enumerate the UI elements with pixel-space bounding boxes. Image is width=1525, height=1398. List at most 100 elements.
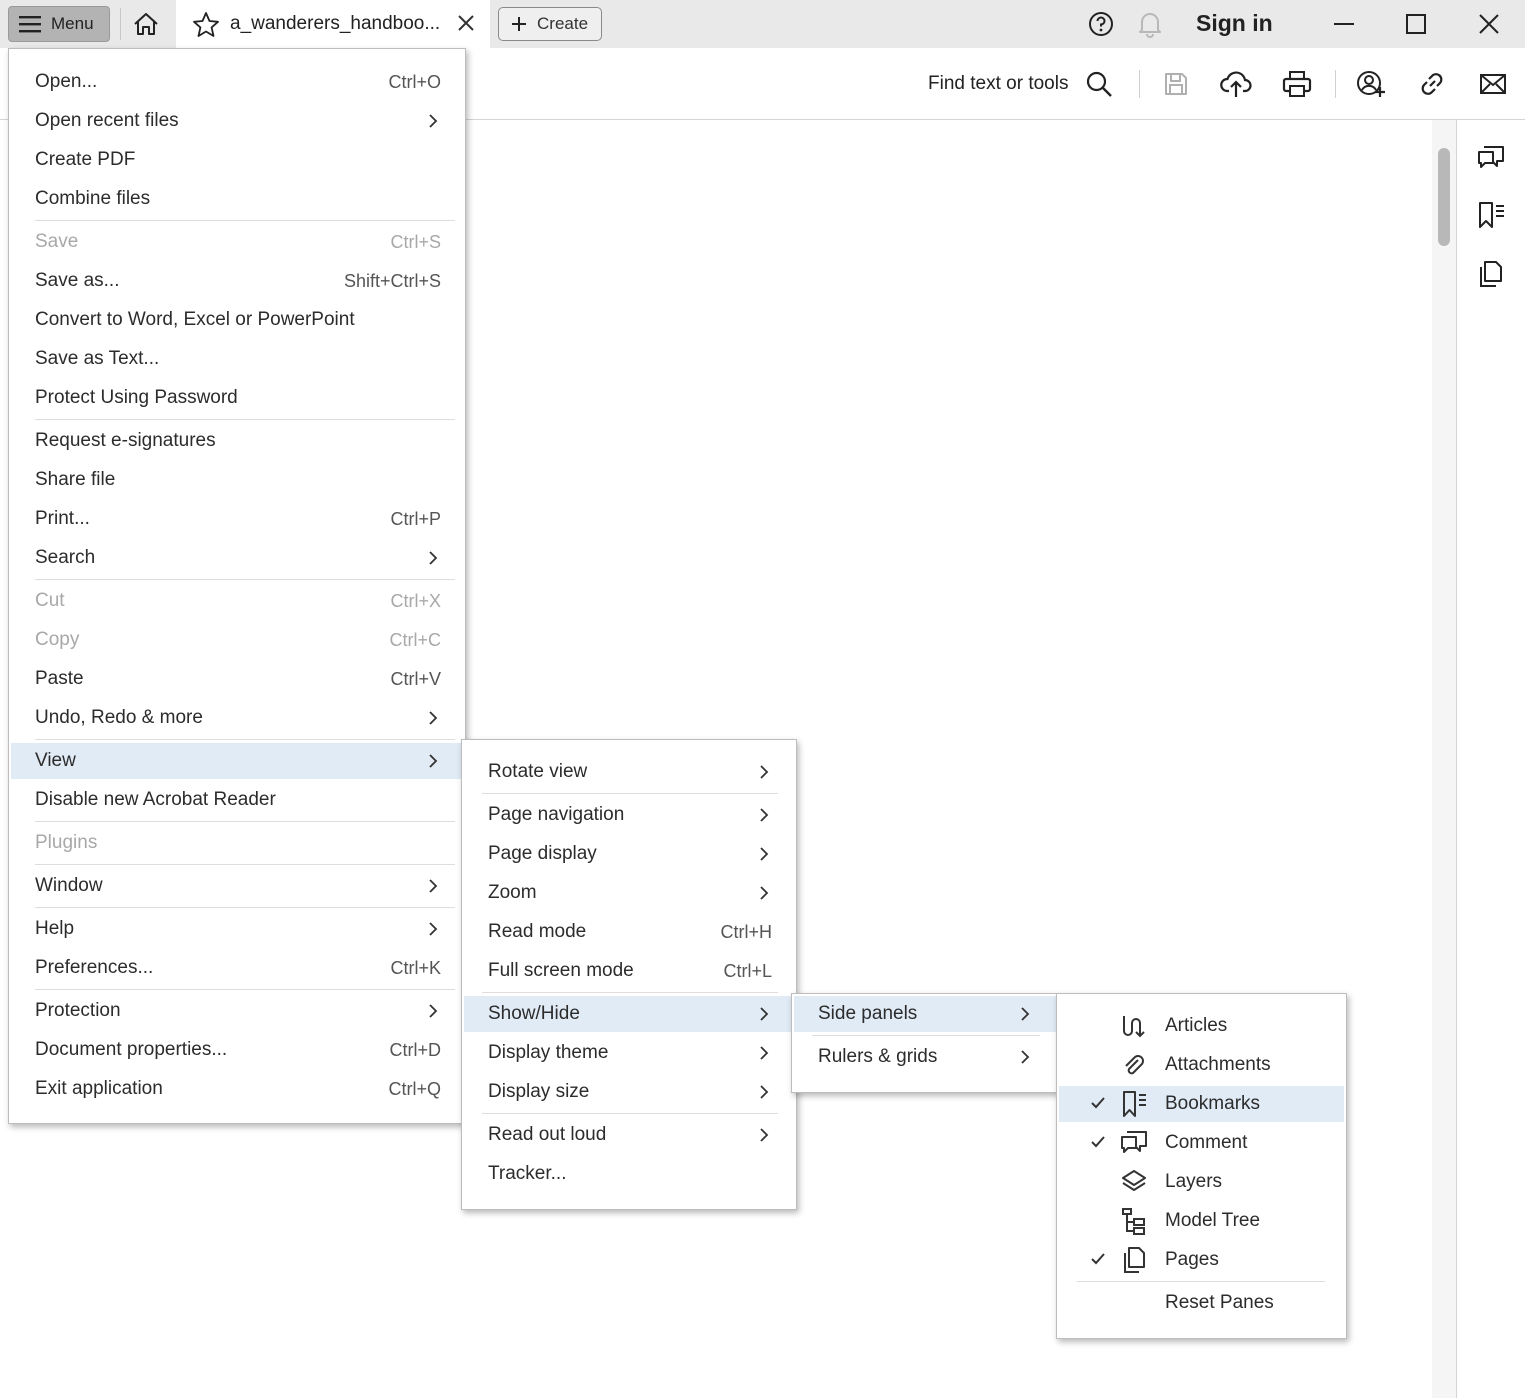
print-icon[interactable] — [1281, 68, 1313, 100]
menu-item-pages[interactable]: Pages — [1059, 1242, 1344, 1278]
save-icon[interactable] — [1160, 68, 1192, 100]
menu-item-bookmarks[interactable]: Bookmarks — [1059, 1086, 1344, 1122]
close-window-icon[interactable] — [1473, 8, 1505, 40]
search-icon[interactable] — [1083, 68, 1115, 100]
chevron-right-icon — [429, 551, 438, 565]
menu-item-reset-panes[interactable]: Reset Panes — [1059, 1285, 1344, 1321]
menu-item-exit[interactable]: Exit application Ctrl+Q — [11, 1071, 463, 1107]
menu-divider — [35, 864, 455, 865]
menu-item-search[interactable]: Search — [11, 540, 463, 576]
menu-item-combine-files[interactable]: Combine files — [11, 181, 463, 217]
plus-icon — [512, 17, 526, 31]
model-tree-icon — [1119, 1207, 1149, 1235]
menu-item-preferences[interactable]: Preferences... Ctrl+K — [11, 950, 463, 986]
menu-item-layers[interactable]: Layers — [1059, 1164, 1344, 1200]
checkmark-icon — [1091, 1136, 1105, 1148]
chevron-right-icon — [429, 754, 438, 768]
menu-item-undo-redo[interactable]: Undo, Redo & more — [11, 700, 463, 736]
menu-item-comment[interactable]: Comment — [1059, 1125, 1344, 1161]
menu-item-save-as[interactable]: Save as... Shift+Ctrl+S — [11, 263, 463, 299]
menu-item-create-pdf[interactable]: Create PDF — [11, 142, 463, 178]
chevron-right-icon — [760, 808, 769, 822]
menu-item-read-mode[interactable]: Read mode Ctrl+H — [464, 914, 794, 950]
menu-divider — [1077, 1281, 1325, 1282]
menu-button[interactable]: Menu — [8, 6, 110, 42]
menu-item-page-display[interactable]: Page display — [464, 836, 794, 872]
menu-item-model-tree[interactable]: Model Tree — [1059, 1203, 1344, 1239]
menu-item-rulers-grids[interactable]: Rulers & grids — [794, 1039, 1055, 1075]
home-button[interactable] — [128, 8, 164, 40]
menu-item-full-screen[interactable]: Full screen mode Ctrl+L — [464, 953, 794, 989]
bell-icon[interactable] — [1136, 10, 1164, 38]
menu-item-attachments[interactable]: Attachments — [1059, 1047, 1344, 1083]
email-icon[interactable] — [1477, 68, 1509, 100]
tab-title: a_wanderers_handboo... — [230, 13, 441, 34]
divider — [120, 8, 121, 40]
chevron-right-icon — [760, 886, 769, 900]
find-text-or-tools[interactable]: Find text or tools — [928, 73, 1068, 95]
menu-item-side-panels[interactable]: Side panels — [794, 996, 1057, 1032]
chevron-right-icon — [1021, 1050, 1030, 1064]
menu-item-save-as-text[interactable]: Save as Text... — [11, 341, 463, 377]
menu-item-zoom[interactable]: Zoom — [464, 875, 794, 911]
menu-divider — [482, 1113, 778, 1114]
menu-divider — [482, 992, 778, 993]
vertical-scrollbar[interactable] — [1432, 120, 1456, 1398]
menu-item-open-recent[interactable]: Open recent files — [11, 103, 463, 139]
chevron-right-icon — [760, 1128, 769, 1142]
menu-item-document-properties[interactable]: Document properties... Ctrl+D — [11, 1032, 463, 1068]
menu-divider — [35, 907, 455, 908]
menu-item-tracker[interactable]: Tracker... — [464, 1156, 794, 1192]
menu-item-view[interactable]: View — [11, 743, 465, 779]
menu-item-disable-new-reader[interactable]: Disable new Acrobat Reader — [11, 782, 463, 818]
create-button[interactable]: Create — [498, 7, 602, 41]
help-icon[interactable] — [1087, 10, 1115, 38]
maximize-icon[interactable] — [1400, 8, 1432, 40]
menu-item-cut: Cut Ctrl+X — [35, 590, 441, 611]
menu-item-plugins: Plugins — [35, 832, 98, 853]
add-person-icon[interactable] — [1355, 68, 1387, 100]
menu-item-display-theme[interactable]: Display theme — [464, 1035, 794, 1071]
scrollbar-thumb[interactable] — [1438, 148, 1450, 246]
menu-item-display-size[interactable]: Display size — [464, 1074, 794, 1110]
menu-item-window[interactable]: Window — [11, 868, 463, 904]
bookmark-icon — [1119, 1090, 1149, 1118]
layers-icon — [1119, 1168, 1149, 1196]
menu-item-request-esignatures[interactable]: Request e-signatures — [11, 423, 463, 459]
pages-icon — [1119, 1246, 1149, 1274]
divider — [1335, 70, 1336, 98]
articles-icon — [1119, 1012, 1149, 1040]
menu-divider — [35, 989, 455, 990]
menu-item-read-out-loud[interactable]: Read out loud — [464, 1117, 794, 1153]
menu-item-open[interactable]: Open... Ctrl+O — [11, 64, 463, 100]
cloud-upload-icon[interactable] — [1220, 68, 1252, 100]
menu-item-print[interactable]: Print... Ctrl+P — [11, 501, 463, 537]
menu-item-protect-password[interactable]: Protect Using Password — [11, 380, 463, 416]
menu-divider — [35, 821, 455, 822]
link-icon[interactable] — [1416, 68, 1448, 100]
menu-item-paste[interactable]: Paste Ctrl+V — [11, 661, 463, 697]
menu-item-convert[interactable]: Convert to Word, Excel or PowerPoint — [11, 302, 463, 338]
menu-item-copy: Copy Ctrl+C — [35, 629, 441, 650]
sign-in-link[interactable]: Sign in — [1196, 10, 1273, 37]
menu-item-help[interactable]: Help — [11, 911, 463, 947]
menu-item-rotate-view[interactable]: Rotate view — [464, 754, 794, 790]
minimize-icon[interactable] — [1328, 8, 1360, 40]
pages-panel-icon[interactable] — [1474, 257, 1508, 291]
close-tab-icon[interactable] — [456, 13, 476, 38]
main-menu: Open... Ctrl+O Open recent files Create P… — [8, 48, 466, 1124]
menu-item-page-navigation[interactable]: Page navigation — [464, 797, 794, 833]
menu-item-share-file[interactable]: Share file — [11, 462, 463, 498]
chevron-right-icon — [429, 711, 438, 725]
document-tab[interactable]: a_wanderers_handboo... — [176, 0, 490, 48]
star-icon[interactable] — [192, 11, 220, 43]
menu-item-articles[interactable]: Articles — [1059, 1008, 1344, 1044]
side-panels-submenu: Articles Attachments Bookmarks Comment L… — [1056, 993, 1347, 1339]
menu-item-save: Save Ctrl+S — [35, 231, 441, 252]
menu-item-show-hide[interactable]: Show/Hide — [464, 996, 796, 1032]
menu-item-protection[interactable]: Protection — [11, 993, 463, 1029]
chevron-right-icon — [760, 765, 769, 779]
comment-panel-icon[interactable] — [1474, 140, 1508, 174]
divider — [1139, 70, 1140, 98]
bookmark-panel-icon[interactable] — [1474, 198, 1508, 232]
